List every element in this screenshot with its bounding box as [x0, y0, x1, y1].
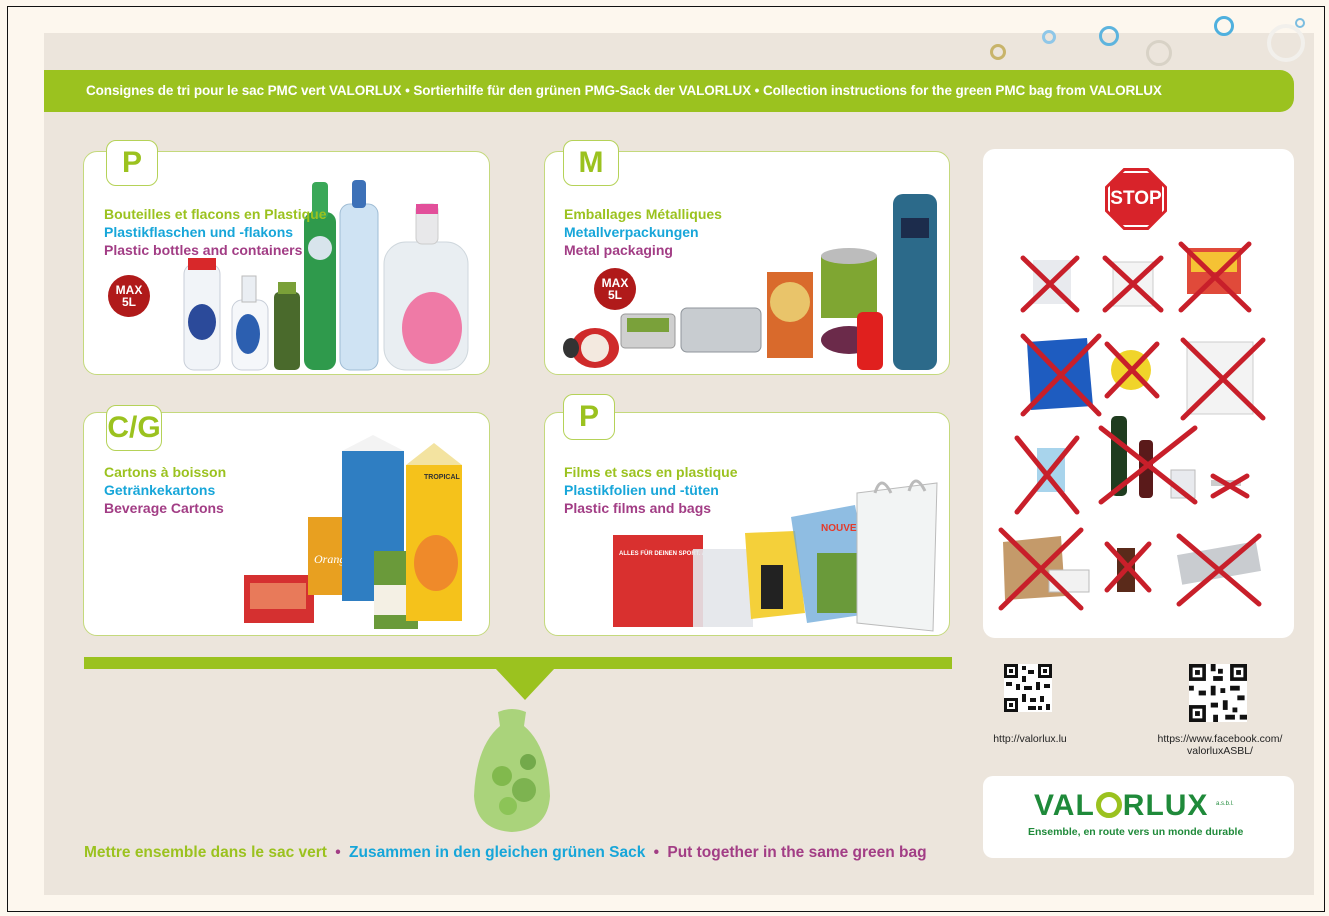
label-fr: Emballages Métalliques — [564, 206, 722, 222]
logo-word-start: VAL — [1034, 789, 1095, 822]
logo-word-end: RLUX — [1122, 789, 1209, 822]
recycle-o-icon — [1095, 792, 1122, 818]
bottom-en: Put together in the same green bag — [667, 844, 927, 861]
decorative-circle — [1146, 40, 1172, 66]
bottom-separator: • — [335, 844, 341, 861]
logo-tagline: Ensemble, en route vers un monde durable — [1028, 826, 1244, 838]
category-letter-p-films: P — [563, 394, 615, 440]
forbidden-items-illustration — [998, 241, 1266, 611]
category-letter-m: M — [563, 140, 619, 186]
label-de: Plastikfolien und -tüten — [564, 482, 719, 498]
label-en: Plastic films and bags — [564, 500, 712, 516]
qr-code-valorlux[interactable] — [1004, 664, 1052, 712]
decorative-circle — [1295, 18, 1305, 28]
label-fr: Cartons à boisson — [104, 464, 227, 480]
qr-caption-website[interactable]: http://valorlux.lu — [990, 733, 1070, 745]
label-de: Getränkekartons — [104, 482, 216, 498]
qr-code-facebook[interactable] — [1189, 664, 1247, 722]
label-en: Plastic bottles and containers — [104, 242, 303, 258]
category-letter-cg: C/G — [106, 405, 162, 451]
label-de: Plastikflaschen und -flakons — [104, 224, 294, 240]
decorative-circle — [1267, 24, 1305, 62]
panel-metal-labels: Emballages Métalliques Metallverpackunge… — [564, 205, 722, 259]
badge-5l: 5L — [121, 295, 136, 309]
decorative-circle — [1042, 30, 1056, 44]
bottom-fr: Mettre ensemble dans le sac vert — [84, 844, 327, 861]
panel-cartons-labels: Cartons à boisson Getränkekartons Bevera… — [104, 463, 226, 517]
decorative-circle — [1214, 16, 1234, 36]
bottom-de: Zusammen in den gleichen grünen Sack — [349, 844, 646, 861]
label-en: Metal packaging — [564, 242, 673, 258]
max-5l-badge: MAX 5L — [594, 268, 636, 310]
label-fr: Films et sacs en plastique — [564, 464, 738, 480]
qr-caption-facebook[interactable]: https://www.facebook.com/ valorluxASBL/ — [1150, 733, 1290, 757]
max-5l-badge: MAX 5L — [108, 275, 150, 317]
panel-plastic-bottles-labels: Bouteilles et flacons en Plastique Plast… — [104, 205, 327, 259]
label-en: Beverage Cartons — [104, 500, 224, 516]
bags-illustration: ALLES FÜR DEINEN SPORT. ALLES FÜR DICH N… — [613, 479, 938, 632]
panel-plastic-films: ALLES FÜR DEINEN SPORT. ALLES FÜR DICH N… — [544, 412, 950, 636]
arrow-down-icon — [495, 668, 555, 700]
label-fr: Bouteilles et flacons en Plastique — [104, 206, 327, 222]
decorative-circle — [990, 44, 1006, 60]
bottom-separator: • — [653, 844, 660, 861]
decorative-circle — [1099, 26, 1119, 46]
header-banner: Consignes de tri pour le sac PMC vert VA… — [44, 70, 1294, 112]
valorlux-logo[interactable]: VAL RLUX — [1034, 789, 1208, 823]
carton-tropical-label: TROPICAL — [424, 474, 461, 481]
logo-asbl: a.s.b.l. — [1216, 801, 1234, 807]
label-de: Metallverpackungen — [564, 224, 699, 240]
bottom-instruction: Mettre ensemble dans le sac vert • Zusam… — [84, 844, 927, 862]
badge-5l: 5L — [607, 288, 622, 302]
panel-films-labels: Films et sacs en plastique Plastikfolien… — [564, 463, 738, 517]
green-bag-icon — [474, 709, 550, 832]
category-letter-p: P — [106, 140, 158, 186]
stop-sign-icon: STOP — [1105, 168, 1167, 230]
